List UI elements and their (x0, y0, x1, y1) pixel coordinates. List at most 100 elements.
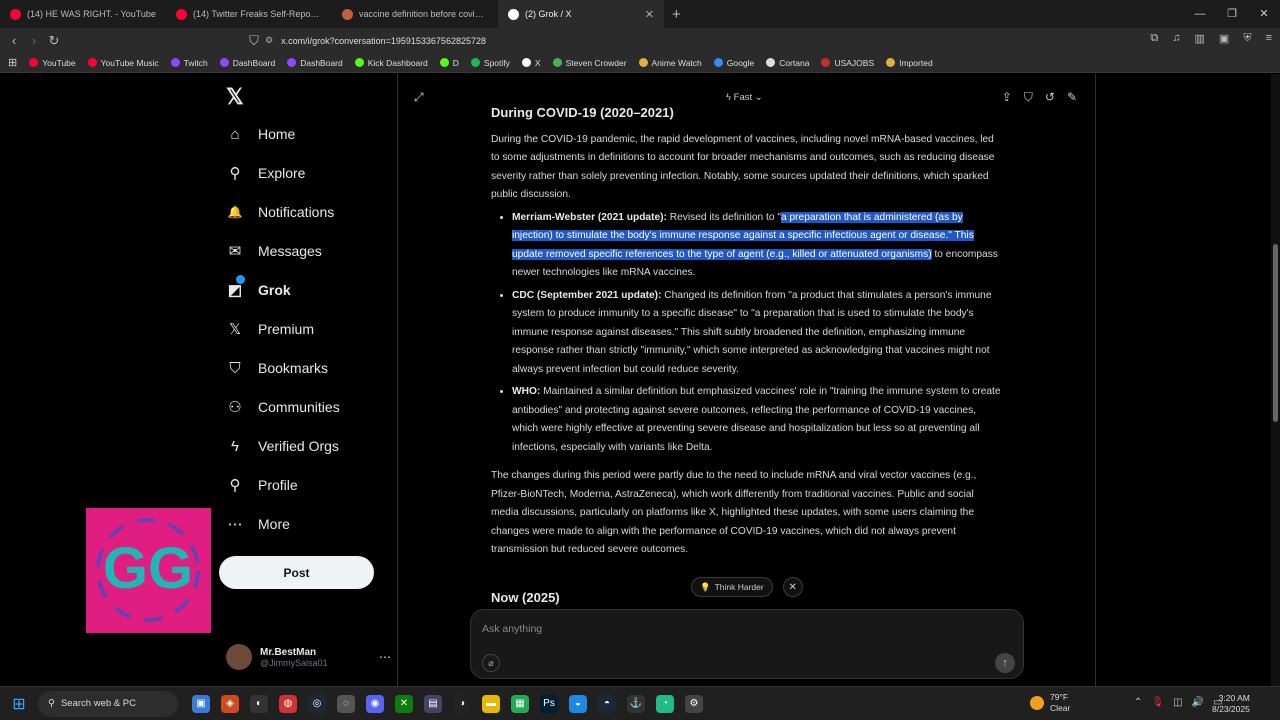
bookmark-item[interactable]: D (439, 58, 459, 68)
sidebar-icon[interactable]: ▥ (1195, 32, 1205, 45)
apps-grid-icon[interactable]: ⊞ (8, 56, 17, 69)
share-icon[interactable]: ⇪ (1002, 90, 1012, 105)
chevron-up-icon[interactable]: ⌃ (1134, 697, 1142, 708)
sidebar-item-communities[interactable]: ⚇ Communities (226, 398, 339, 416)
taskbar-search[interactable]: ⚲ Search web & PC (38, 690, 178, 717)
photoshop-icon[interactable]: Ps (540, 694, 558, 713)
close-icon[interactable]: ✕ (782, 577, 803, 597)
app-icon[interactable]: ◔ (656, 694, 674, 713)
lightning-icon: ϟ (231, 437, 239, 455)
edge-icon[interactable]: ◒ (569, 694, 587, 713)
media-icon[interactable]: ♫ (1172, 32, 1180, 45)
new-tab-button[interactable]: + (672, 6, 681, 23)
app-icon[interactable]: ▤ (424, 694, 442, 713)
browser-tab[interactable]: (14) Twitter Freaks Self-Report After I (166, 0, 332, 28)
sidebar-item-more[interactable]: ⋯ More (226, 515, 290, 533)
sidebar-item-messages[interactable]: ✉ Messages (226, 242, 322, 260)
bookmark-page-icon[interactable]: ⛉ (244, 33, 264, 49)
model-selector[interactable]: ϟ Fast ⌄ (726, 92, 763, 103)
browser-tab[interactable]: vaccine definition before covid - Brav (332, 0, 498, 28)
bookmark-item[interactable]: Imported (886, 58, 933, 68)
forward-icon[interactable]: › (24, 33, 44, 48)
sidebar-item-profile[interactable]: ⚲ Profile (226, 476, 298, 494)
bookmark-item[interactable]: YouTube (29, 58, 76, 68)
bookmark-item[interactable]: Steven Crowder (552, 58, 627, 68)
url-field[interactable]: ⚙ x.com/i/grok?conversation=195915336756… (265, 30, 1000, 51)
profile-name: Mr.BestMan (260, 646, 317, 658)
expand-icon[interactable]: ⤢ (414, 90, 424, 105)
close-window-button[interactable]: ✕ (1248, 0, 1280, 28)
sidebar-item-premium[interactable]: 𝕏 Premium (226, 320, 314, 338)
sidebar-item-verified-orgs[interactable]: ϟ Verified Orgs (226, 437, 339, 455)
attach-icon[interactable]: ⌀ (482, 654, 500, 672)
app-icon[interactable]: ◍ (279, 694, 297, 713)
vpn-icon[interactable]: ⛨ (1243, 32, 1251, 45)
history-icon[interactable]: ↺ (1045, 90, 1055, 105)
x-logo-icon[interactable]: 𝕏 (226, 84, 244, 110)
obs-icon[interactable]: ◑ (453, 694, 471, 713)
bookmark-item[interactable]: DashBoard (287, 58, 343, 68)
ask-input-box[interactable]: Ask anything ⌀ ↑ (470, 609, 1024, 679)
more-dots-icon[interactable]: ⋯ (379, 650, 391, 664)
bookmark-item[interactable]: USAJOBS (821, 58, 874, 68)
scrollbar[interactable] (1271, 74, 1280, 686)
browser-tab-active[interactable]: (2) Grok / X ✕ (498, 0, 664, 28)
discord-icon[interactable]: ◉ (366, 694, 384, 713)
close-tab-icon[interactable]: ✕ (645, 8, 654, 21)
back-icon[interactable]: ‹ (4, 33, 24, 48)
post-button[interactable]: Post (219, 556, 374, 589)
send-button[interactable]: ↑ (995, 653, 1015, 673)
file-explorer-icon[interactable]: ▬ (482, 694, 500, 713)
network-icon[interactable]: ◫ (1173, 697, 1182, 708)
bookmark-item[interactable]: Anime Watch (638, 58, 702, 68)
extensions-icon[interactable]: ⧉ (1150, 32, 1158, 45)
windows-start-icon[interactable]: ⊞ (0, 694, 38, 714)
bookmark-item[interactable]: Cortana (766, 58, 809, 68)
weather-widget[interactable]: 79°F Clear (1030, 692, 1070, 714)
sidebar-item-bookmarks[interactable]: ⛉ Bookmarks (226, 359, 328, 377)
maximize-button[interactable]: ❐ (1216, 0, 1248, 28)
bookmark-item[interactable]: Spotify (470, 58, 510, 68)
bookmarks-bar: ⊞ YouTube YouTube Music Twitch DashBoard Das… (0, 53, 1280, 73)
reload-icon[interactable]: ↻ (44, 33, 64, 49)
think-harder-button[interactable]: 💡 Think Harder (691, 577, 773, 597)
bookmark-item[interactable]: Kick Dashboard (354, 58, 428, 68)
account-switcher[interactable]: Mr.BestMan @JimmySalsa01 ⋯ (226, 644, 391, 670)
site-info-icon[interactable]: ⚙ (265, 35, 273, 46)
taskbar-clock[interactable]: 3:20 AM 8/23/2025 (1212, 693, 1250, 715)
app-icon[interactable]: ▦ (511, 694, 529, 713)
steam-icon[interactable]: ◎ (308, 694, 326, 713)
menu-icon[interactable]: ≡ (1266, 32, 1272, 45)
wallet-icon[interactable]: ▣ (1219, 32, 1229, 45)
x-premium-icon: 𝕏 (228, 321, 242, 338)
brave-browser-icon[interactable]: ◈ (221, 694, 239, 713)
browser-tab[interactable]: (14) HE WAS RIGHT. - YouTube (0, 0, 166, 28)
bookmark-icon: ⛉ (229, 359, 241, 377)
envelope-icon: ✉ (228, 243, 242, 260)
sidebar-item-notifications[interactable]: 🔔 Notifications (226, 203, 335, 221)
bookmark-item[interactable]: Twitch (170, 58, 208, 68)
stream-overlay-logo: GG (86, 508, 211, 633)
app-icon[interactable]: ⚓ (627, 694, 645, 713)
volume-icon[interactable]: 🔊 (1192, 697, 1204, 708)
sidebar-item-home[interactable]: ⌂ Home (226, 125, 295, 143)
app-icon[interactable]: ⚙ (685, 694, 703, 713)
xbox-icon[interactable]: ✕ (395, 694, 413, 713)
window-controls: — ❐ ✕ (1184, 0, 1280, 28)
bookmark-item[interactable]: DashBoard (219, 58, 275, 68)
new-chat-icon[interactable]: ✎ (1067, 90, 1077, 105)
minimize-button[interactable]: — (1184, 0, 1216, 28)
app-icon[interactable]: ◐ (250, 694, 268, 713)
bookmark-item[interactable]: YouTube Music (87, 58, 159, 68)
bookmark-icon[interactable]: ⛉ (1024, 90, 1033, 105)
scrollbar-thumb[interactable] (1273, 244, 1278, 422)
steam-icon[interactable]: ◓ (598, 694, 616, 713)
sidebar-item-grok[interactable]: ◩ Grok (226, 281, 291, 299)
bookmark-item[interactable]: X (521, 58, 541, 68)
app-icon[interactable]: ◌ (337, 694, 355, 713)
microphone-icon[interactable]: 🎙 (1151, 697, 1164, 708)
sidebar-item-explore[interactable]: ⚲ Explore (226, 164, 306, 182)
photos-app-icon[interactable]: ▣ (192, 694, 210, 713)
ask-input[interactable]: Ask anything (482, 623, 542, 635)
bookmark-item[interactable]: Google (713, 58, 754, 68)
